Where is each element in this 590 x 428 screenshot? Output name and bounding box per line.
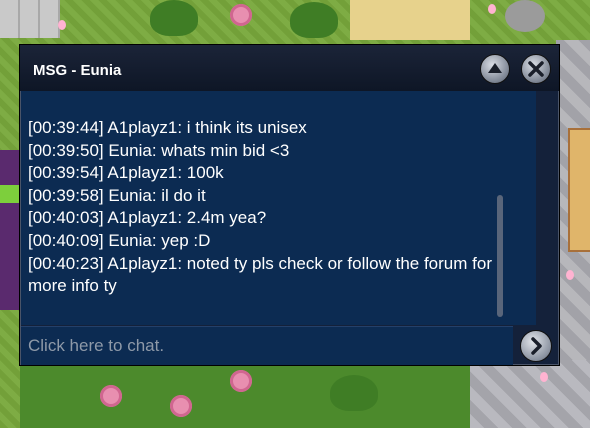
- close-button[interactable]: [521, 54, 551, 84]
- minimize-button[interactable]: [480, 54, 510, 84]
- chat-message: [00:40:09] Eunia: yep :D: [28, 230, 211, 250]
- petal-icon: [58, 20, 66, 30]
- chat-window: MSG - Eunia [00:39:44] A1playz1: i think…: [19, 44, 560, 366]
- chat-message: [00:39:58] Eunia: il do it: [28, 185, 206, 205]
- chat-log[interactable]: [00:39:44] A1playz1: i think its unisex …: [21, 91, 513, 325]
- petal-icon: [488, 4, 496, 14]
- stone-wall: [0, 0, 60, 38]
- chat-message: [00:39:50] Eunia: whats min bid <3: [28, 140, 290, 160]
- flower-icon: [170, 395, 192, 417]
- flower-icon: [230, 370, 252, 392]
- bush-icon: [150, 0, 198, 36]
- title-bar[interactable]: MSG - Eunia: [20, 45, 559, 91]
- chevron-up-icon: [488, 63, 502, 73]
- bush-icon: [330, 375, 378, 411]
- chat-message: [00:39:54] A1playz1: 100k: [28, 163, 224, 183]
- hedge: [20, 360, 480, 428]
- stone-floor: [470, 360, 590, 428]
- bench: [568, 128, 590, 252]
- window-title: MSG - Eunia: [33, 62, 122, 79]
- chat-message: [00:40:03] A1playz1: 2.4m yea?: [28, 208, 267, 228]
- flower-icon: [230, 4, 252, 26]
- bush-icon: [290, 2, 338, 38]
- chat-input[interactable]: Click here to chat.: [21, 326, 513, 365]
- scrollbar-track: [513, 91, 536, 325]
- flower-icon: [100, 385, 122, 407]
- rock: [505, 0, 545, 32]
- chat-message: [00:39:44] A1playz1: i think its unisex: [28, 118, 307, 137]
- chat-message: [00:40:23] A1playz1: noted ty pls check …: [28, 253, 492, 296]
- petal-icon: [566, 270, 574, 280]
- close-icon: [528, 61, 544, 77]
- sand-path: [350, 0, 470, 40]
- arrow-right-icon: [531, 337, 542, 355]
- scrollbar-thumb[interactable]: [497, 195, 503, 317]
- petal-icon: [540, 372, 548, 382]
- chat-input-placeholder: Click here to chat.: [28, 336, 165, 355]
- send-button[interactable]: [520, 330, 552, 362]
